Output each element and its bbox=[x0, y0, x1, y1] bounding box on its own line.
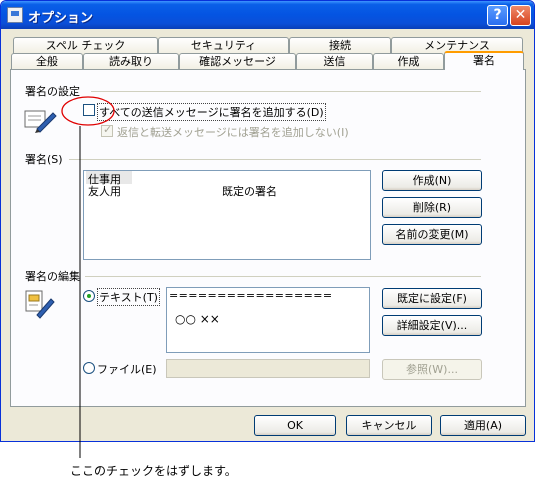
highlight-ellipse bbox=[61, 96, 115, 126]
tab-signatures[interactable]: 署名 bbox=[444, 51, 524, 70]
annotation-overlay bbox=[61, 96, 115, 458]
annotation-text: ここのチェックをはずします。 bbox=[70, 464, 237, 478]
